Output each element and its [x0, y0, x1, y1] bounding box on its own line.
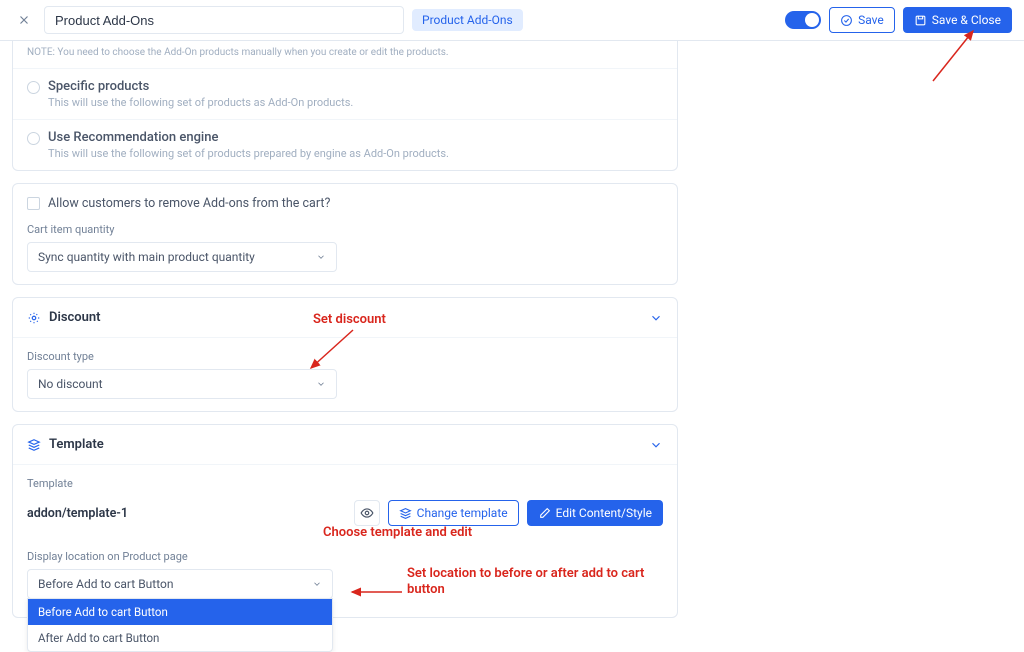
main-content: NOTE: You need to choose the Add-On prod… [0, 41, 690, 638]
preview-template-button[interactable] [354, 500, 380, 526]
display-location-label: Display location on Product page [27, 550, 663, 563]
chevron-down-icon [649, 311, 663, 325]
discount-icon [27, 311, 41, 325]
allow-remove-checkbox-row[interactable]: Allow customers to remove Add-ons from t… [13, 184, 677, 223]
radio-icon [27, 132, 40, 145]
discount-type-label: Discount type [27, 350, 663, 363]
pencil-icon [538, 507, 551, 520]
cart-qty-label: Cart item quantity [27, 223, 663, 236]
check-circle-icon [840, 14, 853, 27]
product-options-card: NOTE: You need to choose the Add-On prod… [12, 41, 678, 171]
annotation-arrow-location [347, 582, 407, 602]
annotation-choose-template: Choose template and edit [323, 525, 472, 541]
checkbox-icon [27, 197, 40, 210]
template-header[interactable]: Template [13, 425, 677, 465]
annotation-set-location: Set location to before or after add to c… [407, 566, 663, 597]
template-label: Template [27, 477, 663, 490]
discount-section: Discount Discount type No discount Set d… [12, 297, 678, 412]
enable-toggle[interactable] [785, 11, 821, 29]
edit-content-style-button[interactable]: Edit Content/Style [527, 500, 663, 526]
display-location-dropdown: Before Add to cart Button After Add to c… [27, 598, 333, 652]
dropdown-option-before[interactable]: Before Add to cart Button [28, 599, 332, 625]
template-value: addon/template-1 [27, 506, 128, 521]
note-text: NOTE: You need to choose the Add-On prod… [13, 41, 677, 68]
chevron-down-icon [316, 252, 326, 262]
close-icon [17, 13, 31, 27]
eye-icon [360, 506, 374, 520]
dropdown-option-after[interactable]: After Add to cart Button [28, 625, 332, 651]
discount-type-select[interactable]: No discount [27, 369, 337, 399]
change-template-button[interactable]: Change template [388, 500, 519, 526]
chevron-down-icon [316, 379, 326, 389]
option-specific-products[interactable]: Specific products This will use the foll… [13, 68, 677, 119]
cart-qty-select[interactable]: Sync quantity with main product quantity [27, 242, 337, 272]
discount-header[interactable]: Discount [13, 298, 677, 338]
option-recommendation-engine[interactable]: Use Recommendation engine This will use … [13, 119, 677, 170]
radio-icon [27, 81, 40, 94]
save-icon [914, 14, 927, 27]
product-addons-tag: Product Add-Ons [412, 9, 523, 31]
display-location-select[interactable]: Before Add to cart Button [27, 569, 333, 599]
template-section: Template Template addon/template-1 Chang… [12, 424, 678, 618]
chevron-down-icon [312, 579, 322, 589]
close-button[interactable] [12, 8, 36, 32]
cart-settings-card: Allow customers to remove Add-ons from t… [12, 183, 678, 285]
save-close-button[interactable]: Save & Close [903, 7, 1012, 33]
page-title-input[interactable] [44, 6, 404, 34]
header: Product Add-Ons Save Save & Close [0, 0, 1024, 41]
layers-icon [399, 507, 412, 520]
chevron-down-icon [649, 438, 663, 452]
save-button[interactable]: Save [829, 7, 895, 33]
template-icon [27, 438, 41, 452]
